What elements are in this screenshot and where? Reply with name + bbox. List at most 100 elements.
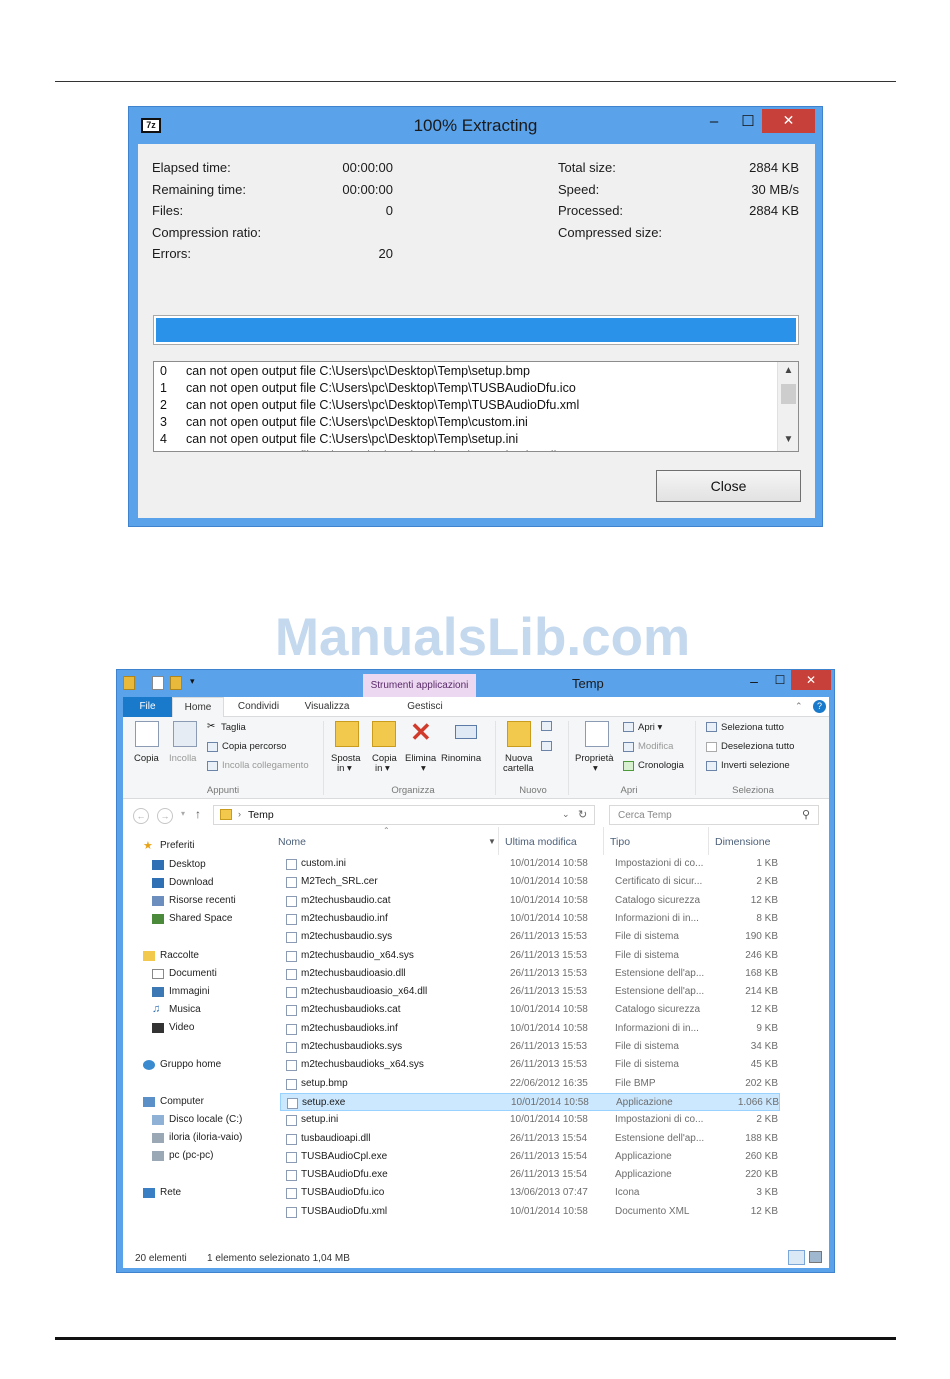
file-row[interactable]: m2techusbaudioks.sys 26/11/2013 15:53 File… <box>275 1038 778 1056</box>
edit-icon[interactable] <box>623 742 634 752</box>
large-icons-view-icon[interactable] <box>809 1251 822 1263</box>
cut-button[interactable]: Taglia <box>221 722 246 733</box>
explorer-title-bar[interactable]: ▾ Strumenti applicazioni Temp – ☐ ✕ <box>117 670 834 698</box>
edit-button[interactable]: Modifica <box>638 741 673 752</box>
copy-to-dropdown[interactable]: in ▾ <box>375 763 390 774</box>
nav-libraries[interactable]: Raccolte <box>143 950 199 961</box>
file-row[interactable]: m2techusbaudioks.inf 10/01/2014 10:58 Info… <box>275 1020 778 1038</box>
file-row[interactable]: custom.ini 10/01/2014 10:58 Impostazioni d… <box>275 855 778 873</box>
column-size[interactable]: Dimensione <box>715 836 770 848</box>
paste-link-button[interactable]: Incolla collegamento <box>222 760 309 771</box>
file-row[interactable]: setup.ini 10/01/2014 10:58 Impostazioni di… <box>275 1111 778 1129</box>
file-row[interactable]: m2techusbaudioasio_x64.dll 26/11/2013 15:… <box>275 983 778 1001</box>
maximize-button[interactable]: ☐ <box>767 670 793 692</box>
file-row[interactable]: setup.bmp 22/06/2012 16:35 File BMP 202 KB <box>275 1075 778 1093</box>
address-bar[interactable]: › Temp ⌄ ↻ <box>213 805 595 825</box>
help-icon[interactable]: ? <box>813 700 826 713</box>
file-row[interactable]: TUSBAudioDfu.ico 13/06/2013 07:47 Icona 3 K… <box>275 1184 778 1202</box>
history-icon[interactable] <box>623 761 634 771</box>
minimize-button[interactable]: – <box>741 670 767 692</box>
properties-dropdown[interactable]: ▾ <box>593 763 598 774</box>
close-window-button[interactable]: ✕ <box>791 670 831 690</box>
log-row[interactable]: 2 can not open output file C:\Users\pc\De… <box>154 397 774 414</box>
back-icon[interactable]: ← <box>133 808 149 824</box>
open-icon[interactable] <box>623 722 634 732</box>
new-folder-button-line2[interactable]: cartella <box>503 763 534 774</box>
tab-manage[interactable]: Gestisci <box>395 697 455 717</box>
close-button[interactable]: Close <box>656 470 801 502</box>
log-row[interactable]: 0 can not open output file C:\Users\pc\De… <box>154 363 774 380</box>
delete-icon[interactable]: ✕ <box>410 717 432 748</box>
log-row[interactable]: 1 can not open output file C:\Users\pc\De… <box>154 380 774 397</box>
scroll-down-icon[interactable]: ▼ <box>778 434 798 445</box>
column-separator[interactable] <box>708 827 709 855</box>
properties-qa-icon[interactable] <box>152 676 164 690</box>
paste-link-icon[interactable] <box>207 761 218 771</box>
details-view-icon[interactable] <box>788 1250 805 1265</box>
search-icon[interactable]: ⚲ <box>802 808 810 821</box>
maximize-button[interactable]: ☐ <box>733 110 763 136</box>
tab-file[interactable]: File <box>123 697 172 717</box>
column-date[interactable]: Ultima modifica <box>505 836 577 848</box>
file-row[interactable]: m2techusbaudio.sys 26/11/2013 15:53 File d… <box>275 928 778 946</box>
column-separator[interactable] <box>498 827 499 855</box>
error-log-list[interactable]: 0 can not open output file C:\Users\pc\De… <box>153 361 799 452</box>
column-type[interactable]: Tipo <box>610 836 630 848</box>
file-row[interactable]: tusbaudioapi.dll 26/11/2013 15:54 Estensio… <box>275 1130 778 1148</box>
nav-download[interactable]: Download <box>152 877 213 888</box>
qa-dropdown-icon[interactable]: ▾ <box>190 676 195 687</box>
file-row[interactable]: m2techusbaudioks.cat 10/01/2014 10:58 Cata… <box>275 1001 778 1019</box>
nav-iloria[interactable]: iloria (iloria-vaio) <box>152 1132 242 1143</box>
file-row[interactable]: TUSBAudioDfu.xml 10/01/2014 10:58 Document… <box>275 1203 778 1221</box>
recent-dropdown-icon[interactable]: ▾ <box>181 809 185 818</box>
file-row[interactable]: setup.exe 10/01/2014 10:58 Applicazione 1.0… <box>280 1092 780 1111</box>
nav-local-disk[interactable]: Disco locale (C:) <box>152 1114 242 1125</box>
scroll-up-icon[interactable]: ▲ <box>778 365 798 376</box>
file-row[interactable]: m2techusbaudioasio.dll 26/11/2013 15:53 Es… <box>275 965 778 983</box>
history-button[interactable]: Cronologia <box>638 760 684 771</box>
nav-pc[interactable]: pc (pc-pc) <box>152 1150 213 1161</box>
rename-button[interactable]: Rinomina <box>441 753 481 764</box>
search-input[interactable]: Cerca Temp <box>618 810 672 821</box>
move-to-icon[interactable] <box>335 721 359 747</box>
log-row[interactable]: 3 can not open output file C:\Users\pc\De… <box>154 414 774 431</box>
log-row[interactable]: 5 can not open output file C:\Users\pc\De… <box>154 448 774 451</box>
dialog-title-bar[interactable]: 7z 100% Extracting – ☐ ✕ <box>129 107 822 143</box>
breadcrumb-temp[interactable]: Temp <box>248 809 274 821</box>
collapse-ribbon-icon[interactable]: ⌃ <box>795 701 803 712</box>
search-box[interactable]: Cerca Temp ⚲ <box>609 805 819 825</box>
properties-icon[interactable] <box>585 721 609 747</box>
file-row[interactable]: TUSBAudioCpl.exe 26/11/2013 15:54 Applicaz… <box>275 1148 778 1166</box>
log-scrollbar[interactable]: ▲ ▼ <box>777 362 798 451</box>
up-icon[interactable]: ↑ <box>195 807 201 821</box>
file-row[interactable]: m2techusbaudio_x64.sys 26/11/2013 15:53 Fi… <box>275 947 778 965</box>
delete-dropdown[interactable]: ▾ <box>421 763 426 774</box>
paste-icon[interactable] <box>173 721 197 747</box>
open-button[interactable]: Apri ▾ <box>638 722 662 733</box>
nav-video[interactable]: Video <box>152 1022 194 1033</box>
new-folder-qa-icon[interactable] <box>170 676 182 690</box>
tab-view[interactable]: Visualizza <box>298 697 356 717</box>
copy-to-icon[interactable] <box>372 721 396 747</box>
nav-documents[interactable]: Documenti <box>152 968 217 979</box>
log-row[interactable]: 4 can not open output file C:\Users\pc\De… <box>154 431 774 448</box>
invert-selection-icon[interactable] <box>706 761 717 771</box>
copy-icon[interactable] <box>135 721 159 747</box>
new-item-icon[interactable] <box>541 721 552 731</box>
column-name[interactable]: Nome <box>278 836 306 848</box>
select-none-button[interactable]: Deseleziona tutto <box>721 741 794 752</box>
breadcrumb-chevron-icon[interactable]: › <box>238 809 241 819</box>
rename-icon[interactable] <box>455 725 477 739</box>
nav-recent[interactable]: Risorse recenti <box>152 895 236 906</box>
move-to-dropdown[interactable]: in ▾ <box>337 763 352 774</box>
nav-pictures[interactable]: Immagini <box>152 986 210 997</box>
file-row[interactable]: m2techusbaudio.inf 10/01/2014 10:58 Inform… <box>275 910 778 928</box>
new-folder-icon[interactable] <box>507 721 531 747</box>
select-all-icon[interactable] <box>706 722 717 732</box>
copy-button[interactable]: Copia <box>134 753 159 764</box>
minimize-button[interactable]: – <box>699 110 729 136</box>
invert-selection-button[interactable]: Inverti selezione <box>721 760 790 771</box>
nav-computer[interactable]: Computer <box>143 1096 204 1107</box>
easy-access-icon[interactable] <box>541 741 552 751</box>
address-dropdown-icon[interactable]: ⌄ <box>562 809 570 820</box>
